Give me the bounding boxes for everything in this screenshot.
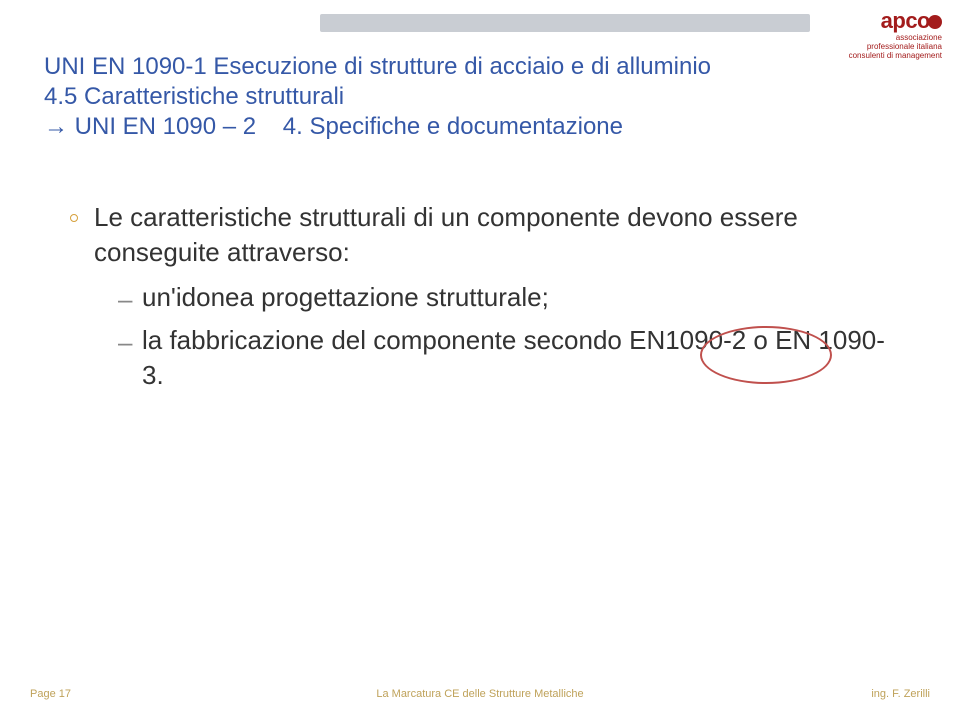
footer-right: ing. F. Zerilli: [871, 688, 930, 700]
logo-dot-icon: [928, 15, 942, 29]
accent-bar: [320, 14, 810, 32]
slide: apco associazione professionale italiana…: [0, 0, 960, 720]
dash-icon: –: [118, 282, 132, 317]
footer: Page 17 La Marcatura CE delle Strutture …: [0, 680, 960, 700]
highlight-ellipse: [700, 326, 832, 384]
dash-icon: –: [118, 325, 132, 360]
logo-text: apco: [881, 8, 930, 33]
title-line3: → UNI EN 1090 – 2 4. Specifiche e docume…: [44, 112, 800, 142]
logo-name: apco: [822, 10, 942, 32]
footer-center: La Marcatura CE delle Strutture Metallic…: [0, 688, 960, 700]
bullet-dot-icon: [70, 214, 78, 222]
title-line3-prefix: → UNI EN 1090 – 2: [44, 113, 256, 140]
logo-subtext: associazione professionale italiana cons…: [822, 34, 942, 60]
title-line1: UNI EN 1090-1 Esecuzione di strutture di…: [44, 52, 800, 82]
title-line2: 4.5 Caratteristiche strutturali: [44, 82, 800, 112]
logo-line3: consulenti di management: [822, 52, 942, 61]
bullet-main: Le caratteristiche strutturali di un com…: [70, 200, 900, 270]
title-line3-suffix: 4. Specifiche e documentazione: [283, 113, 623, 140]
logo: apco associazione professionale italiana…: [822, 10, 942, 60]
sub-item: – un'idonea progettazione strutturale;: [118, 280, 900, 317]
bullet-main-text: Le caratteristiche strutturali di un com…: [94, 200, 900, 270]
sub-item-text: un'idonea progettazione strutturale;: [142, 280, 549, 315]
title-block: UNI EN 1090-1 Esecuzione di strutture di…: [44, 52, 800, 142]
